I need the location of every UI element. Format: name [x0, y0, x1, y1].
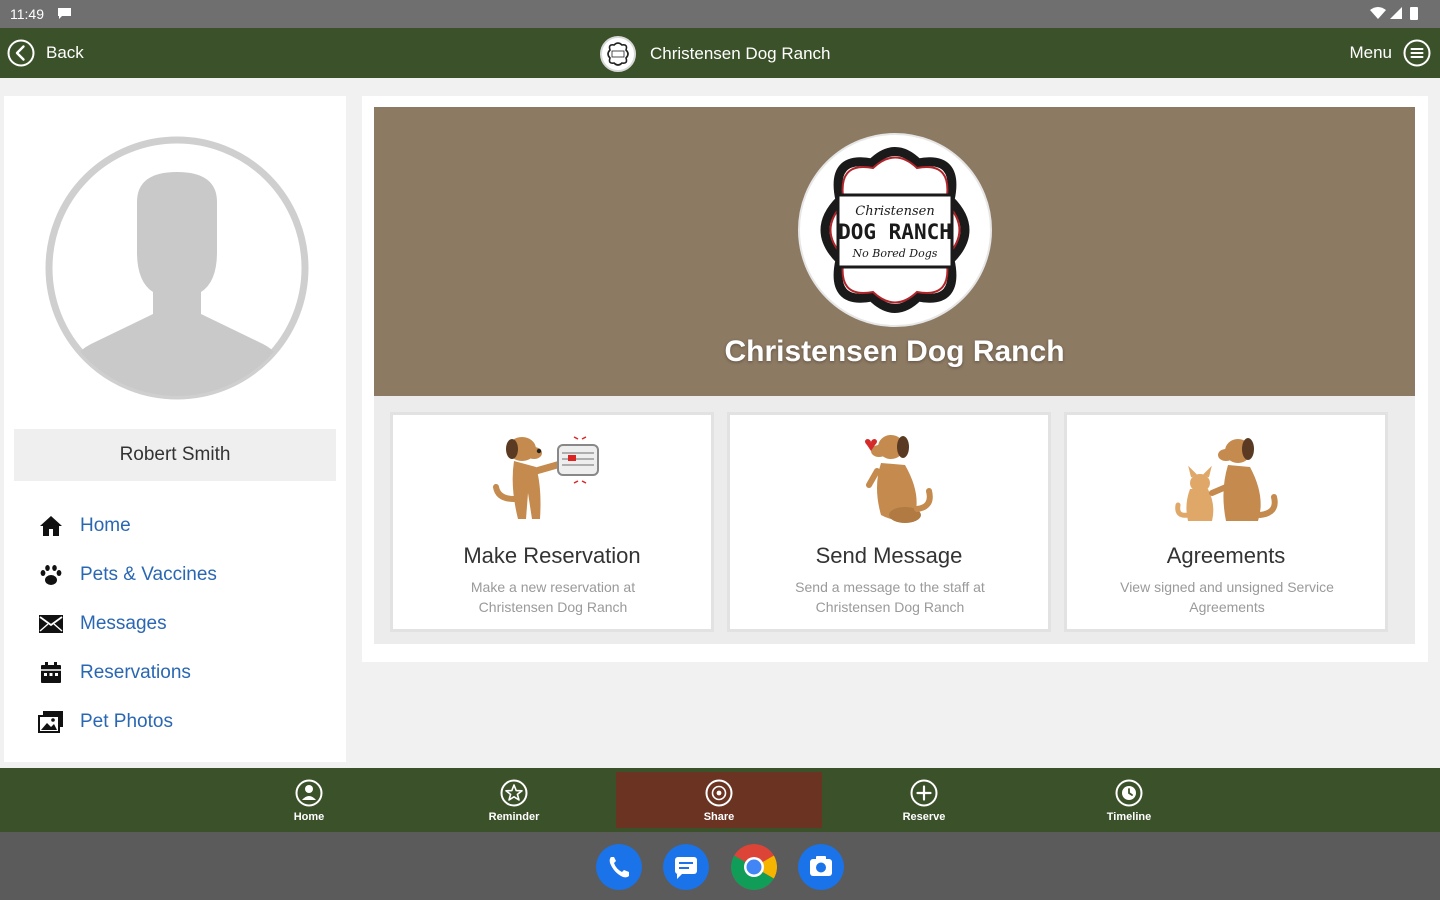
- header-title: Christensen Dog Ranch: [650, 44, 831, 63]
- share-circle-icon: [705, 779, 733, 807]
- business-banner: Christensen DOG RANCH No Bored Dogs Chri…: [374, 107, 1415, 396]
- business-logo-small: [600, 36, 636, 72]
- home-icon: [38, 513, 64, 539]
- sidebar-item-label: Messages: [80, 612, 167, 634]
- chat-notification-icon: [58, 8, 71, 19]
- menu-button[interactable]: Menu: [1349, 38, 1432, 68]
- back-arrow-icon: [7, 39, 35, 67]
- back-button[interactable]: Back: [6, 38, 84, 68]
- tab-reserve[interactable]: Reserve: [821, 772, 1027, 828]
- tab-label: Share: [703, 811, 735, 823]
- tab-timeline[interactable]: Timeline: [1026, 772, 1232, 828]
- status-bar: 11:49: [0, 0, 1440, 28]
- dog-ranch-logo: Christensen DOG RANCH No Bored Dogs: [820, 147, 970, 313]
- sidebar-item-pet-photos[interactable]: Pet Photos: [4, 697, 346, 746]
- wifi-icon: [1370, 7, 1386, 19]
- phone-app-icon[interactable]: [596, 844, 642, 890]
- card-description: View signed and unsigned Service Agreeme…: [1120, 579, 1334, 615]
- menu-label: Menu: [1349, 43, 1392, 62]
- action-cards: Make Reservation Make a new reservation …: [374, 396, 1415, 644]
- tab-share[interactable]: Share: [616, 772, 822, 828]
- agreements-card[interactable]: Agreements View signed and unsigned Serv…: [1064, 412, 1388, 632]
- dog-puppy-illustration: [1175, 438, 1278, 521]
- sidebar-item-reservations[interactable]: Reservations: [4, 648, 346, 697]
- user-name: Robert Smith: [14, 429, 336, 481]
- tab-home[interactable]: Home: [206, 772, 412, 828]
- plus-circle-icon: [910, 779, 938, 807]
- dog-heart-illustration: [865, 435, 933, 523]
- svg-text:Christensen: Christensen: [855, 204, 934, 219]
- business-name: Christensen Dog Ranch: [724, 335, 1065, 368]
- back-label: Back: [46, 43, 84, 62]
- card-title: Make Reservation: [463, 543, 641, 568]
- send-message-card[interactable]: Send Message Send a message to the staff…: [727, 412, 1051, 632]
- sidebar-item-label: Pets & Vaccines: [80, 563, 217, 585]
- tab-label: Reserve: [902, 811, 946, 823]
- bottom-tab-bar: Home Reminder Share Reserve Timeline: [0, 768, 1440, 832]
- header-brand: Christensen Dog Ranch: [600, 36, 830, 72]
- sidebar-item-label: Home: [80, 514, 131, 536]
- dog-calendar-illustration: [493, 436, 599, 519]
- svg-text:DOG RANCH: DOG RANCH: [838, 220, 952, 244]
- signal-icon: [1390, 7, 1402, 19]
- messages-app-icon[interactable]: [663, 844, 709, 890]
- sidebar-nav: Home Pets & Vaccines Messages Reservatio…: [4, 501, 346, 746]
- star-circle-icon: [500, 779, 528, 807]
- menu-icon: [1403, 39, 1431, 67]
- sidebar: Robert Smith Home Pets & Vaccines Messag…: [4, 96, 346, 762]
- calendar-icon: [38, 660, 64, 686]
- main-content: Christensen DOG RANCH No Bored Dogs Chri…: [362, 96, 1428, 662]
- card-description: Send a message to the staff at Christens…: [795, 579, 985, 615]
- timeline-circle-icon: [1115, 779, 1143, 807]
- card-description: Make a new reservation at Christensen Do…: [470, 579, 636, 615]
- tab-label: Reminder: [488, 811, 540, 823]
- tab-label: Home: [293, 811, 325, 823]
- battery-icon: [1410, 7, 1418, 20]
- svg-text:No Bored Dogs: No Bored Dogs: [852, 247, 938, 260]
- system-status-icons: [1370, 7, 1418, 20]
- status-time: 11:49: [10, 6, 44, 22]
- avatar[interactable]: [41, 132, 313, 404]
- card-title: Agreements: [1166, 543, 1286, 568]
- chrome-app-icon[interactable]: [731, 844, 777, 890]
- photos-icon: [38, 709, 64, 735]
- sidebar-item-messages[interactable]: Messages: [4, 599, 346, 648]
- tab-label: Timeline: [1106, 811, 1152, 823]
- camera-app-icon[interactable]: [798, 844, 844, 890]
- sidebar-item-label: Pet Photos: [80, 710, 173, 732]
- paw-icon: [38, 562, 64, 588]
- paw-logo-icon: [607, 42, 629, 66]
- business-logo: Christensen DOG RANCH No Bored Dogs: [798, 133, 992, 327]
- user-circle-icon: [295, 779, 323, 807]
- envelope-icon: [38, 611, 64, 637]
- sidebar-item-label: Reservations: [80, 661, 191, 683]
- card-title: Send Message: [815, 543, 963, 568]
- make-reservation-card[interactable]: Make Reservation Make a new reservation …: [390, 412, 714, 632]
- sidebar-item-home[interactable]: Home: [4, 501, 346, 550]
- android-dock: [0, 832, 1440, 900]
- app-header: Back Christensen Dog Ranch Menu: [0, 28, 1440, 78]
- sidebar-item-pets-vaccines[interactable]: Pets & Vaccines: [4, 550, 346, 599]
- tab-reminder[interactable]: Reminder: [411, 772, 617, 828]
